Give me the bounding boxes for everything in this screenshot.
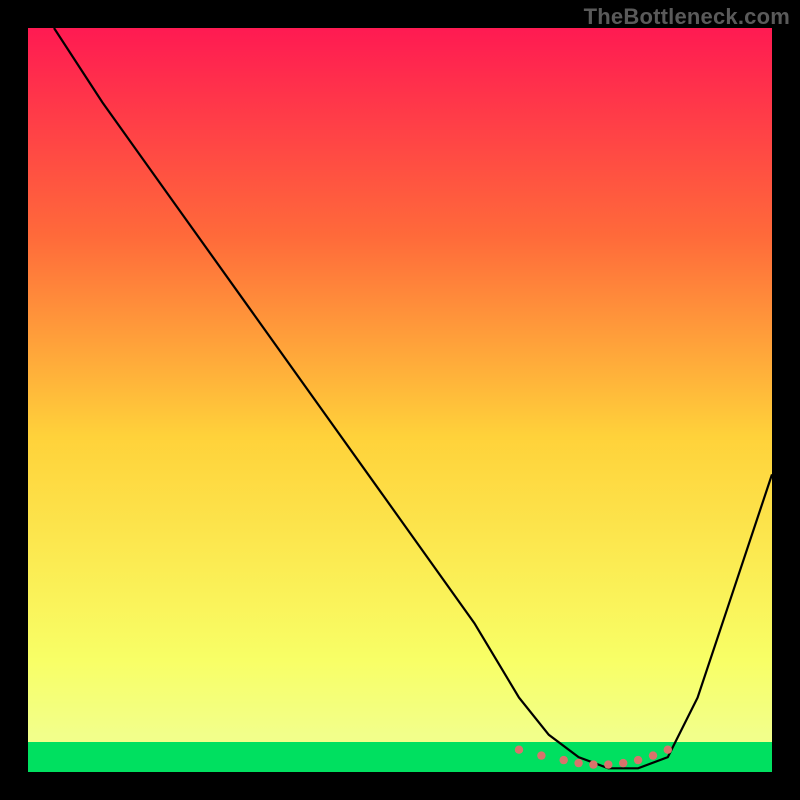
marker-dot <box>560 756 568 764</box>
marker-dot <box>574 759 582 767</box>
green-band <box>28 742 772 772</box>
marker-dot <box>619 759 627 767</box>
marker-dot <box>515 746 523 754</box>
marker-dot <box>589 760 597 768</box>
marker-dot <box>664 746 672 754</box>
gradient-background <box>28 28 772 772</box>
chart-svg <box>28 28 772 772</box>
chart-container: TheBottleneck.com <box>0 0 800 800</box>
watermark-text: TheBottleneck.com <box>584 4 790 30</box>
marker-dot <box>649 751 657 759</box>
marker-dot <box>537 751 545 759</box>
plot-area <box>28 28 772 772</box>
marker-dot <box>634 756 642 764</box>
marker-dot <box>604 760 612 768</box>
